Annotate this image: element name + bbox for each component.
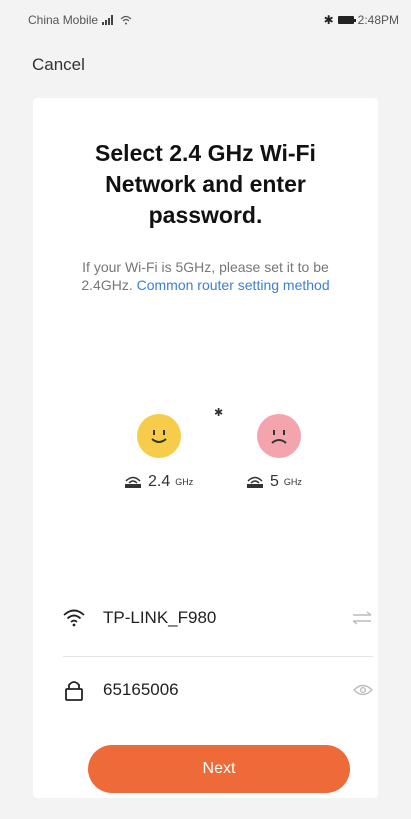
eye-icon[interactable] (353, 683, 373, 697)
password-field[interactable]: 65165006 (63, 670, 373, 710)
band-24-unit: GHz (175, 477, 194, 487)
signal-icon (102, 15, 114, 25)
lock-icon (65, 681, 83, 701)
divider (63, 656, 373, 657)
wifi-network-field[interactable]: TP-LINK_F980 (63, 598, 373, 638)
router-icon (247, 476, 263, 488)
page-title: Select 2.4 GHz Wi-Fi Network and enter p… (95, 140, 316, 228)
bluetooth-status-icon: ✱ (323, 13, 334, 27)
status-time: 2:48PM (357, 13, 399, 27)
battery-icon (337, 16, 356, 24)
wifi-setup-card: Select 2.4 GHz Wi-Fi Network and enter p… (33, 98, 378, 798)
band-5-unit: GHz (283, 477, 302, 487)
wifi-name: TP-LINK_F980 (103, 608, 217, 627)
password-value: 65165006 (103, 680, 179, 699)
carrier-label: China Mobile (28, 13, 99, 27)
router-setting-link[interactable]: Common router setting method (137, 277, 330, 293)
band-5-value: 5 (270, 473, 279, 490)
wifi-icon (63, 609, 85, 627)
status-left: China Mobile (28, 13, 132, 27)
band-5ghz: 5 GHz (245, 473, 302, 491)
status-bar: China Mobile ✱ 2:48PM (0, 0, 411, 40)
band-24ghz: 2.4 GHz (123, 473, 193, 491)
cancel-button[interactable]: Cancel (32, 55, 85, 75)
wifi-status-icon (120, 15, 132, 25)
router-icon (125, 476, 141, 488)
next-button[interactable]: Next (88, 745, 350, 793)
band-24-value: 2.4 (148, 473, 171, 490)
hint-text: If your Wi-Fi is 5GHz, please set it to … (33, 258, 378, 294)
status-right: ✱ 2:48PM (324, 13, 399, 27)
bluetooth-icon: ✱ (214, 407, 224, 419)
sad-face-icon (257, 414, 301, 458)
switch-network-icon[interactable] (351, 611, 373, 625)
smile-face-icon (137, 414, 181, 458)
